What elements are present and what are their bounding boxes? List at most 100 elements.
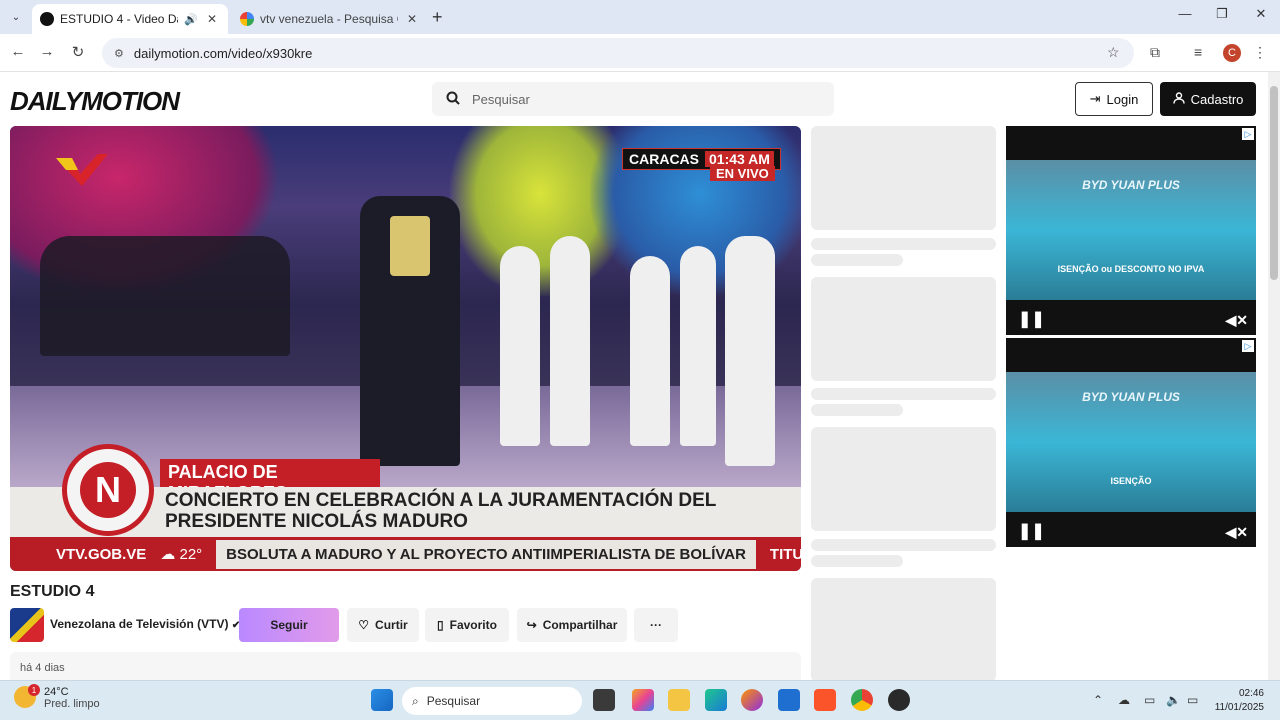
- windows-taskbar: 1 24°C Pred. limpo ⌕ Pesquisar ⌃ ☁ ▭ 🔈 ▭…: [0, 680, 1280, 720]
- dailymotion-logo[interactable]: DAILYMOTION: [10, 86, 180, 117]
- channel-avatar[interactable]: [10, 608, 44, 642]
- recommendation-title-placeholder: [811, 539, 996, 551]
- close-window-icon[interactable]: ✕: [1246, 6, 1276, 22]
- search-icon: [446, 91, 460, 108]
- edge-icon[interactable]: [705, 689, 727, 711]
- mute-icon[interactable]: ◀✕: [1226, 524, 1249, 541]
- tray-overflow-icon[interactable]: ⌃: [1093, 693, 1103, 707]
- login-button[interactable]: ⇥ Login: [1075, 82, 1153, 116]
- follow-button[interactable]: Seguir: [239, 608, 339, 642]
- clock-time: 02:46: [1238, 688, 1264, 699]
- onedrive-icon[interactable]: ☁: [1118, 693, 1130, 707]
- weather-widget[interactable]: 1 24°C Pred. limpo: [14, 684, 100, 710]
- mariachi-figure: [630, 256, 670, 446]
- signup-button[interactable]: Cadastro: [1160, 82, 1256, 116]
- tab-search-chevron-icon[interactable]: ⌄: [6, 8, 26, 26]
- chrome-icon[interactable]: [851, 689, 873, 711]
- site-info-icon[interactable]: ⚙: [114, 47, 124, 60]
- ticker-temperature: ☁ 22°: [160, 545, 202, 563]
- search-icon: ⌕: [412, 693, 419, 708]
- video-ad-2[interactable]: BYD YUAN PLUS ISENÇÃO ▷ ❚❚ ◀✕: [1006, 338, 1256, 547]
- bookmark-icon: ▯: [437, 618, 444, 632]
- more-options-button[interactable]: ···: [634, 608, 678, 642]
- ticker-text: BSOLUTA A MADURO Y AL PROYECTO ANTIIMPER…: [216, 539, 756, 569]
- battery-icon[interactable]: ▭: [1187, 693, 1198, 707]
- favorite-button[interactable]: ▯ Favorito: [425, 608, 509, 642]
- volume-icon[interactable]: 🔈: [1166, 693, 1181, 707]
- audio-playing-icon[interactable]: 🔊: [184, 13, 198, 26]
- bookmark-star-icon[interactable]: ☆: [1107, 44, 1120, 61]
- ticker-site: VTV.GOB.VE: [56, 545, 147, 563]
- video-description-box[interactable]: há 4 dias: [10, 652, 801, 680]
- minimize-icon[interactable]: —: [1170, 6, 1200, 21]
- taskbar-search[interactable]: ⌕ Pesquisar: [402, 687, 582, 715]
- new-tab-icon[interactable]: +: [432, 7, 443, 28]
- page-scrollbar-thumb[interactable]: [1270, 86, 1278, 280]
- copilot-icon[interactable]: [632, 689, 654, 711]
- maximize-icon[interactable]: ❐: [1207, 6, 1237, 22]
- media-control-icon[interactable]: ≡: [1194, 44, 1202, 60]
- video-ad-1[interactable]: BYD YUAN PLUS ISENÇÃO ou DESCONTO NO IPV…: [1006, 126, 1256, 335]
- browser-toolbar: ← → ↻ ⚙ dailymotion.com/video/x930kre ☆ …: [0, 34, 1280, 72]
- mariachi-figure: [500, 246, 540, 446]
- recommendation-thumbnail-placeholder: [811, 578, 996, 680]
- firefox-icon[interactable]: [741, 689, 763, 711]
- recommendation-meta-placeholder: [811, 254, 903, 266]
- mariachi-figure: [725, 236, 775, 466]
- profile-avatar[interactable]: C: [1223, 44, 1241, 62]
- channel-name[interactable]: Venezolana de Televisión (VTV) ✔: [50, 617, 240, 631]
- back-icon[interactable]: ←: [7, 43, 29, 60]
- singer-vest: [390, 216, 430, 276]
- pause-icon[interactable]: ❚❚: [1018, 309, 1045, 329]
- adchoices-icon[interactable]: ▷: [1242, 128, 1254, 140]
- brave-icon[interactable]: [814, 689, 836, 711]
- share-button[interactable]: ↪ Compartilhar: [517, 608, 627, 642]
- adchoices-icon[interactable]: ▷: [1242, 340, 1254, 352]
- ad-claim: ISENÇÃO ou DESCONTO NO IPVA: [1057, 264, 1205, 274]
- weather-cloud-icon: ☁: [160, 546, 176, 563]
- audience-group: [40, 236, 290, 356]
- tab-title: ESTUDIO 4 - Video Dailymotion: [60, 12, 178, 26]
- mariachi-figure: [550, 236, 590, 446]
- ticker-tail: TITULAR: [769, 545, 801, 563]
- tab-google-search[interactable]: vtv venezuela - Pesquisa Google ✕: [232, 4, 428, 34]
- weather-temp: 24°C: [44, 686, 69, 698]
- tab-dailymotion[interactable]: ESTUDIO 4 - Video Dailymotion 🔊 ✕: [32, 4, 228, 34]
- login-label: Login: [1106, 91, 1139, 107]
- recommendation-meta-placeholder: [811, 555, 903, 567]
- browser-tab-bar: ⌄ ESTUDIO 4 - Video Dailymotion 🔊 ✕ vtv …: [0, 0, 1280, 34]
- store-icon[interactable]: [778, 689, 800, 711]
- mute-icon[interactable]: ◀✕: [1226, 312, 1249, 329]
- heart-icon: ♡: [358, 618, 370, 632]
- recommendation-thumbnail-placeholder: [811, 427, 996, 531]
- network-icon[interactable]: ▭: [1144, 693, 1155, 707]
- dailymotion-page: DAILYMOTION Pesquisar ⇥ Login Cadastro C…: [0, 72, 1268, 680]
- recommendation-title-placeholder: [811, 388, 996, 400]
- like-button[interactable]: ♡ Curtir: [347, 608, 419, 642]
- pause-icon[interactable]: ❚❚: [1018, 521, 1045, 541]
- close-tab-icon[interactable]: ✕: [404, 12, 420, 26]
- news-ticker: VTV.GOB.VE ☁ 22° BSOLUTA A MADURO Y AL P…: [10, 537, 801, 571]
- ad-brand: BYD YUAN PLUS: [1082, 178, 1180, 192]
- extensions-icon[interactable]: ⧉: [1150, 44, 1160, 61]
- reload-icon[interactable]: ↻: [67, 43, 89, 61]
- ad-claim: ISENÇÃO: [1110, 476, 1152, 486]
- windows-start-icon[interactable]: [371, 689, 393, 711]
- ad-brand: BYD YUAN PLUS: [1082, 390, 1180, 404]
- address-bar[interactable]: ⚙ dailymotion.com/video/x930kre: [102, 38, 1134, 68]
- task-view-icon[interactable]: [593, 689, 615, 711]
- live-badge: EN VIVO: [710, 166, 775, 181]
- recommendation-thumbnail-placeholder: [811, 126, 996, 230]
- posted-date: há 4 dias: [20, 662, 65, 674]
- search-placeholder: Pesquisar: [472, 91, 530, 107]
- search-input[interactable]: Pesquisar: [432, 82, 834, 116]
- app-icon[interactable]: [888, 689, 910, 711]
- browser-menu-icon[interactable]: ⋮: [1253, 44, 1267, 61]
- forward-icon[interactable]: →: [36, 43, 58, 60]
- file-explorer-icon[interactable]: [668, 689, 690, 711]
- ticker-temp-value: 22°: [179, 546, 203, 563]
- more-options-icon: ···: [650, 618, 662, 632]
- close-tab-icon[interactable]: ✕: [204, 12, 220, 26]
- system-clock[interactable]: 02:46 11/01/2025: [1212, 687, 1264, 715]
- video-player[interactable]: CARACAS 01:43 AM EN VIVO PALACIO DE MIRAF…: [10, 126, 801, 571]
